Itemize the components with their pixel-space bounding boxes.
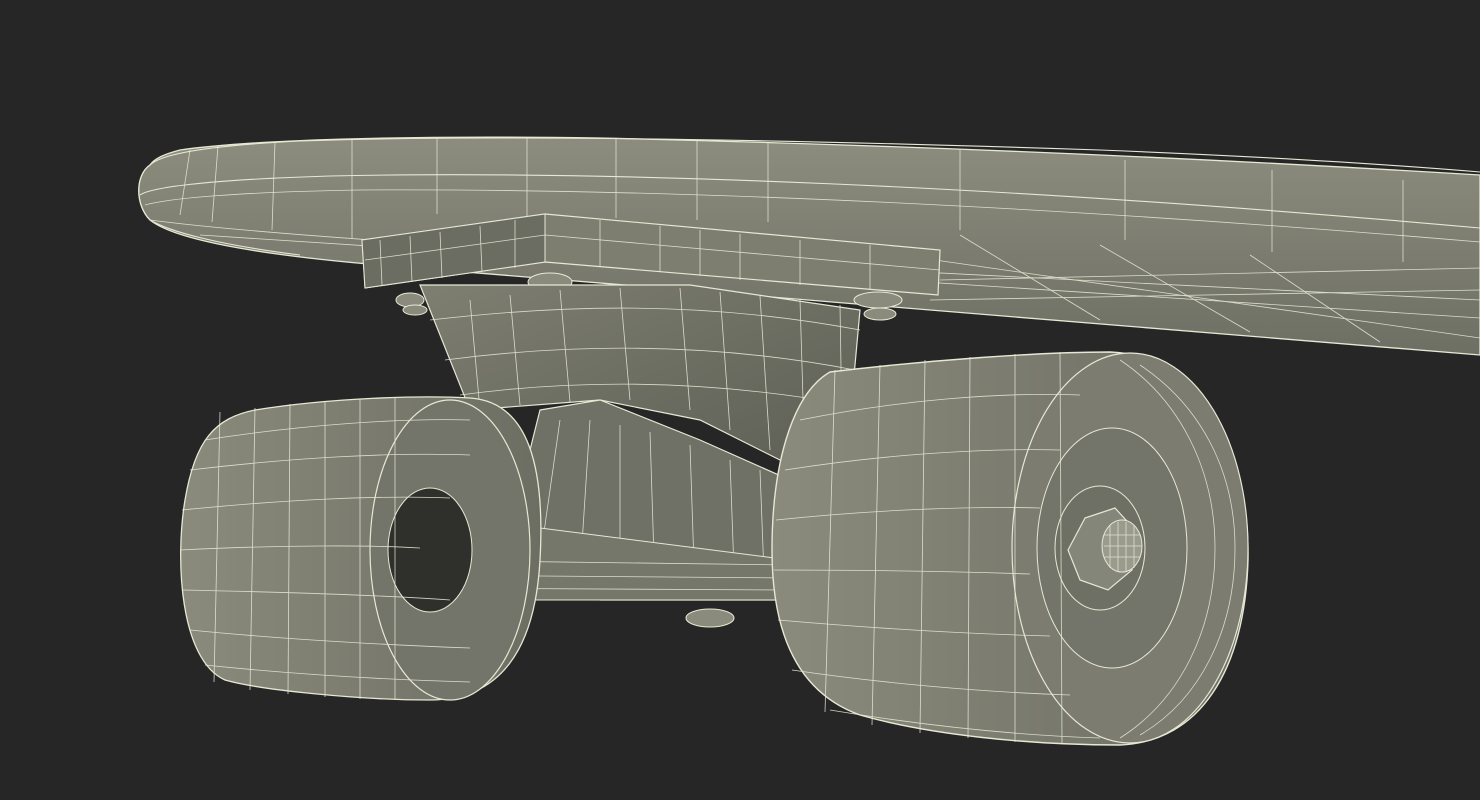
baseplate-bolt	[395, 292, 428, 316]
wheel-left	[179, 396, 542, 701]
render-viewport	[0, 0, 1480, 800]
wheel-right	[771, 351, 1249, 746]
baseplate-bolt	[853, 291, 903, 321]
skateboard-wireframe-render	[138, 136, 1480, 746]
kingpin-nut	[685, 608, 735, 628]
